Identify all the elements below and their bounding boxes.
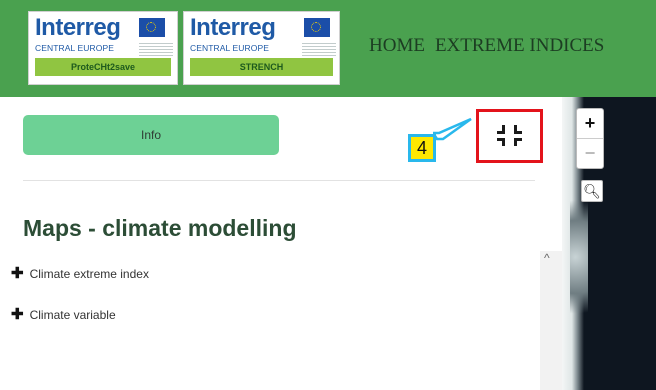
divider [23,180,535,181]
logo-project-tag: ProteCHt2save [35,58,171,76]
zoom-out-button[interactable]: − [577,138,603,168]
plus-icon: ✚ [11,265,24,282]
collapse-fullscreen-icon [497,125,522,146]
page-title: Maps - climate modelling [23,215,297,241]
zoom-in-button[interactable]: + [577,109,603,138]
scroll-up-arrow-icon[interactable]: ^ [544,251,550,265]
main-nav: HOME EXTREME INDICES [369,35,614,57]
annotation-badge: 4 [408,134,436,162]
annotation-pointer [433,117,472,141]
accordion-label: Climate variable [29,308,116,322]
zoom-control: + − [576,108,604,169]
nav-home[interactable]: HOME [369,35,425,56]
scrollbar-track[interactable] [540,251,562,390]
accordion-climate-variable[interactable]: ✚ Climate variable [11,305,116,323]
logo-region: CENTRAL EUROPE [190,43,270,53]
interreg-strench-logo[interactable]: Interreg CENTRAL EUROPE STRENCH [183,11,340,85]
magnifier-icon: 🔍︎ [583,183,601,199]
accordion-climate-extreme-index[interactable]: ✚ Climate extreme index [11,264,149,282]
accordion-label: Climate extreme index [29,267,149,281]
info-button[interactable]: Info [23,115,279,155]
eu-flag-icon [139,18,165,37]
logo-fineprint [139,43,173,57]
logo-region: CENTRAL EUROPE [35,43,115,53]
collapse-fullscreen-button[interactable] [476,109,543,163]
logo-brand: Interreg [190,14,276,41]
logo-brand: Interreg [35,14,121,41]
plus-icon: ✚ [11,306,24,323]
logo-fineprint [302,43,336,57]
nav-extreme-indices[interactable]: EXTREME INDICES [435,35,604,56]
logo-project-tag: STRENCH [190,58,333,76]
map-search-button[interactable]: 🔍︎ [581,180,603,202]
sidebar-panel: Info 4 Maps - climate modelling ✚ Climate… [0,97,562,390]
eu-flag-icon [304,18,330,37]
interreg-protecht2save-logo[interactable]: Interreg CENTRAL EUROPE ProteCHt2save [28,11,178,85]
site-header: Interreg CENTRAL EUROPE ProteCHt2save In… [0,0,656,97]
